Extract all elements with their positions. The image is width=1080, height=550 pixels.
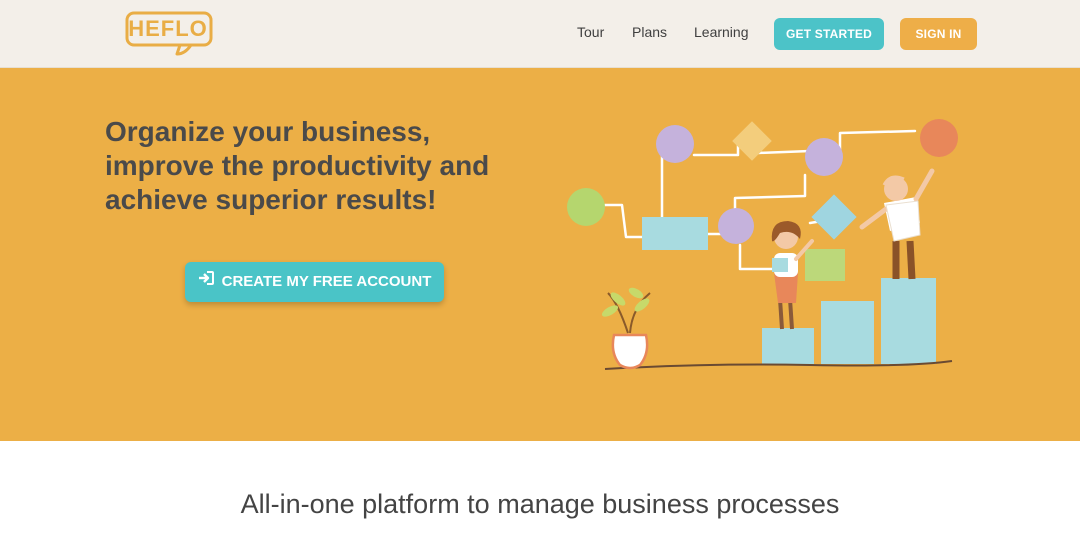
green-task-node	[805, 249, 845, 281]
nav-plans-link[interactable]: Plans	[632, 24, 667, 40]
process-flow-illustration	[567, 119, 958, 370]
heflo-logo[interactable]: HEFLO	[125, 10, 217, 58]
sign-in-button[interactable]: SIGN IN	[900, 18, 977, 50]
cta-label: CREATE MY FREE ACCOUNT	[221, 273, 432, 291]
sign-in-icon	[198, 261, 214, 301]
purple-circle-node	[805, 138, 843, 176]
nav-tour-link[interactable]: Tour	[577, 24, 604, 40]
purple-circle-node	[718, 208, 754, 244]
logo-wordmark: HEFLO	[128, 16, 208, 41]
podium-medium	[821, 301, 874, 364]
hero-headline-line-2: improve the productivity and	[105, 150, 490, 181]
green-circle-node	[567, 188, 605, 226]
hero-headline-line-1: Organize your business,	[105, 116, 431, 147]
top-navigation-bar: HEFLO Tour Plans Learning GET STARTED SI…	[0, 0, 1080, 68]
purple-circle-node	[656, 125, 694, 163]
hero-headline: Organize your business, improve the prod…	[105, 115, 525, 217]
potted-plant	[601, 287, 651, 370]
orange-circle-node	[920, 119, 958, 157]
hero-section: Organize your business, improve the prod…	[0, 68, 1080, 441]
create-free-account-button[interactable]: CREATE MY FREE ACCOUNT	[185, 262, 444, 302]
podium-small	[762, 328, 814, 364]
blue-diamond-node	[811, 194, 857, 240]
hero-headline-line-3: achieve superior results!	[105, 184, 437, 215]
blue-task-node	[642, 217, 708, 250]
get-started-button[interactable]: GET STARTED	[774, 18, 884, 50]
podium-large	[881, 278, 936, 364]
nav-learning-link[interactable]: Learning	[694, 24, 749, 40]
platform-tagline: All-in-one platform to manage business p…	[240, 489, 840, 519]
man-figure	[859, 168, 935, 280]
